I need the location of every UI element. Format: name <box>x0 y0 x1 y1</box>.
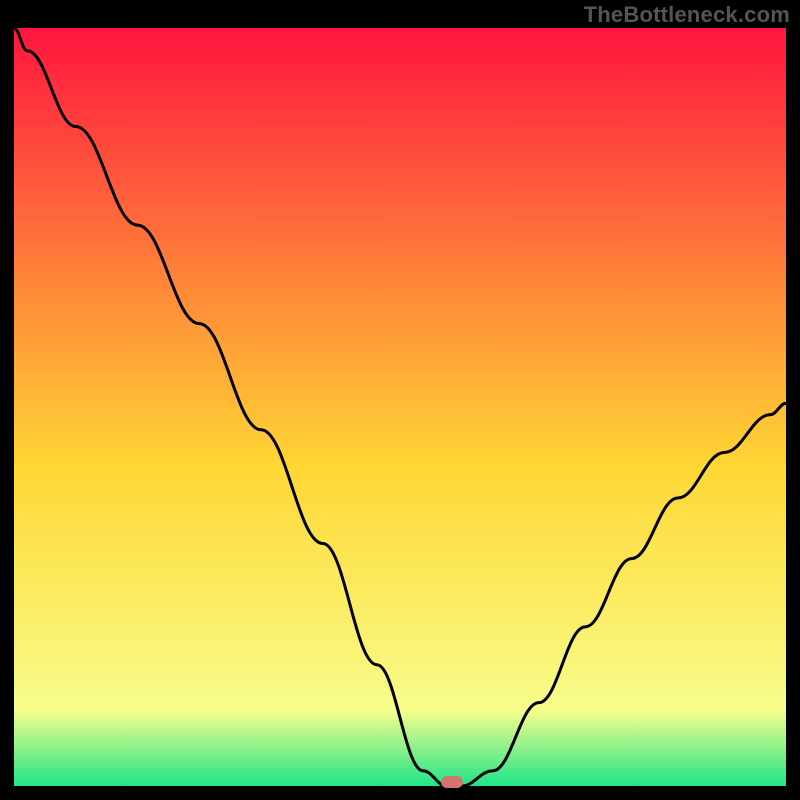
watermark-text: TheBottleneck.com <box>584 2 790 28</box>
bottleneck-plot <box>14 28 786 786</box>
gradient-background <box>14 28 786 786</box>
chart-stage: TheBottleneck.com <box>0 0 800 800</box>
optimal-point-marker <box>441 776 463 788</box>
